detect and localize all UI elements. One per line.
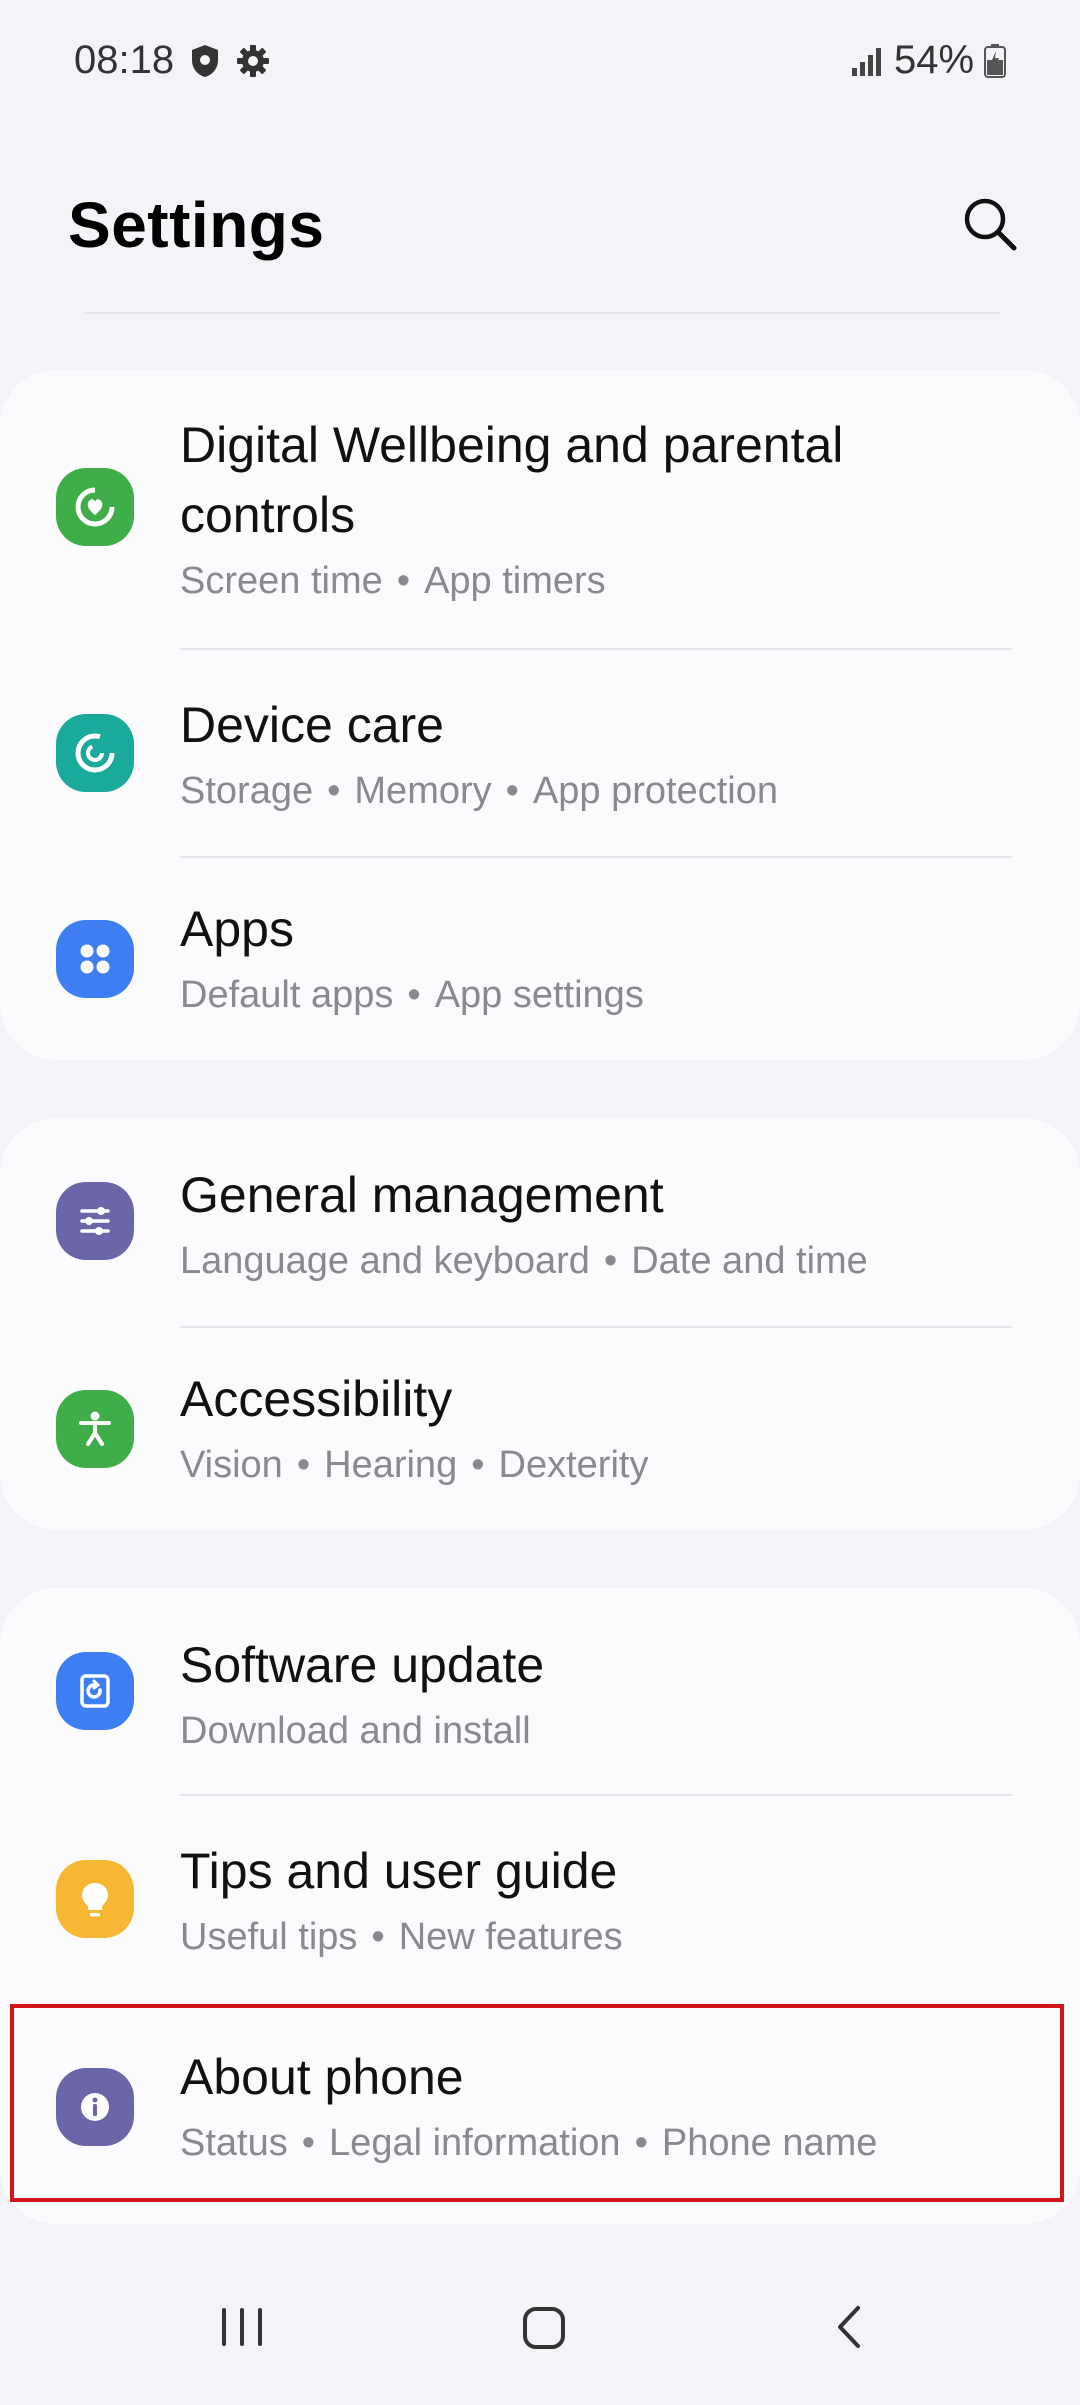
item-title: About phone	[180, 2049, 464, 2105]
home-icon	[523, 2307, 565, 2349]
subtitle-part: Dexterity	[498, 1444, 649, 1486]
apps-icon	[56, 920, 134, 998]
item-subtitle: Download and install	[180, 1710, 531, 1753]
item-title: Device care	[180, 697, 444, 753]
subtitle-part: Useful tips	[180, 1916, 358, 1958]
item-title: Apps	[180, 901, 294, 957]
subtitle-part: Phone name	[661, 2122, 878, 2164]
subtitle-part: Legal information	[329, 2122, 621, 2164]
back-icon	[838, 2306, 860, 2348]
item-subtitle: Language and keyboard • Date and time	[180, 1240, 868, 1283]
recents-button[interactable]	[162, 2260, 322, 2400]
item-title: Accessibility	[180, 1371, 453, 1427]
status-bar: 08:18 54%	[0, 0, 1080, 120]
subtitle-part: Default apps	[180, 974, 394, 1016]
separator-dot: •	[471, 1444, 485, 1486]
accessibility-icon	[56, 1390, 134, 1468]
settings-group-1-content: Digital Wellbeing and parental controls …	[0, 370, 1080, 1060]
subtitle-part: Language and keyboard	[180, 1240, 590, 1282]
separator-dot: •	[327, 770, 341, 812]
sliders-icon	[56, 1182, 134, 1260]
app-header: Settings	[0, 150, 1080, 310]
subtitle-part: Storage	[180, 770, 314, 812]
separator-dot: •	[407, 974, 421, 1016]
home-button[interactable]	[463, 2260, 623, 2400]
software-update-icon	[56, 1652, 134, 1730]
battery-percent: 54%	[894, 38, 975, 82]
item-title-line1: Digital Wellbeing and parental	[180, 417, 844, 473]
separator-dot: •	[634, 2122, 648, 2164]
subtitle-part: New features	[398, 1916, 623, 1958]
item-title: General management	[180, 1167, 664, 1223]
item-title: Software update	[180, 1637, 545, 1693]
separator-dot: •	[603, 1240, 618, 1282]
item-subtitle: Vision • Hearing • Dexterity	[180, 1444, 648, 1487]
separator-dot: •	[301, 2122, 316, 2164]
settings-item-software-update[interactable]: Software update Download and install	[0, 1588, 1080, 1796]
battery-icon	[984, 44, 1006, 78]
subtitle-part: Date and time	[631, 1240, 868, 1282]
signal-icon	[852, 48, 881, 76]
status-time: 08:18	[74, 38, 175, 82]
gear-icon	[237, 45, 269, 77]
shield-icon	[192, 45, 218, 77]
item-subtitle: Screen time • App timers	[180, 560, 606, 603]
subtitle-part: Hearing	[324, 1444, 458, 1486]
subtitle-part: Status	[180, 2122, 288, 2164]
lightbulb-icon	[56, 1860, 134, 1938]
settings-item-tips[interactable]: Tips and user guide Useful tips • New feat…	[0, 1796, 1080, 2002]
navigation-bar	[0, 2260, 1080, 2400]
search-icon	[964, 198, 1017, 251]
settings-item-device-care[interactable]: Device care Storage • Memory • App protectio…	[0, 650, 1080, 856]
subtitle-part: App protection	[532, 770, 779, 812]
subtitle-part: Memory	[354, 770, 492, 812]
settings-item-apps[interactable]: Apps Default apps • App settings	[0, 858, 1080, 1060]
separator-dot: •	[505, 770, 519, 812]
search-button[interactable]	[956, 190, 1024, 258]
item-subtitle: Status • Legal information • Phone name	[180, 2122, 877, 2165]
subtitle-part: Vision	[180, 1444, 283, 1486]
recents-icon	[222, 2308, 262, 2346]
settings-item-general-management[interactable]: General management Language and keyboard…	[0, 1118, 1080, 1326]
device-care-icon	[56, 714, 134, 792]
info-icon	[56, 2068, 134, 2146]
subtitle-part: App settings	[434, 974, 644, 1016]
settings-group-3: Software update Download and install Tip…	[0, 1588, 1080, 2224]
subtitle-part: App timers	[424, 560, 606, 602]
separator-dot: •	[296, 1444, 311, 1486]
separator-dot: •	[371, 1916, 385, 1958]
item-title-line2: controls	[180, 487, 356, 543]
subtitle-part: Screen time	[180, 560, 383, 602]
subtitle-part: Download and install	[180, 1710, 531, 1752]
separator-dot: •	[396, 560, 411, 602]
settings-item-about-phone[interactable]: About phone Status • Legal information • Pho…	[0, 2002, 1080, 2212]
settings-group-2: General management Language and keyboard…	[0, 1118, 1080, 1530]
settings-item-digital-wellbeing-text[interactable]: Digital Wellbeing and parental controls …	[0, 370, 1080, 650]
item-subtitle: Storage • Memory • App protection	[180, 770, 778, 813]
page-title: Settings	[68, 189, 325, 261]
back-button[interactable]	[768, 2260, 928, 2400]
item-subtitle: Useful tips • New features	[180, 1916, 623, 1959]
item-subtitle: Default apps • App settings	[180, 974, 644, 1017]
header-divider	[84, 312, 1000, 314]
item-title: Tips and user guide	[180, 1843, 618, 1899]
settings-item-accessibility[interactable]: Accessibility Vision • Hearing • Dexterity	[0, 1328, 1080, 1530]
